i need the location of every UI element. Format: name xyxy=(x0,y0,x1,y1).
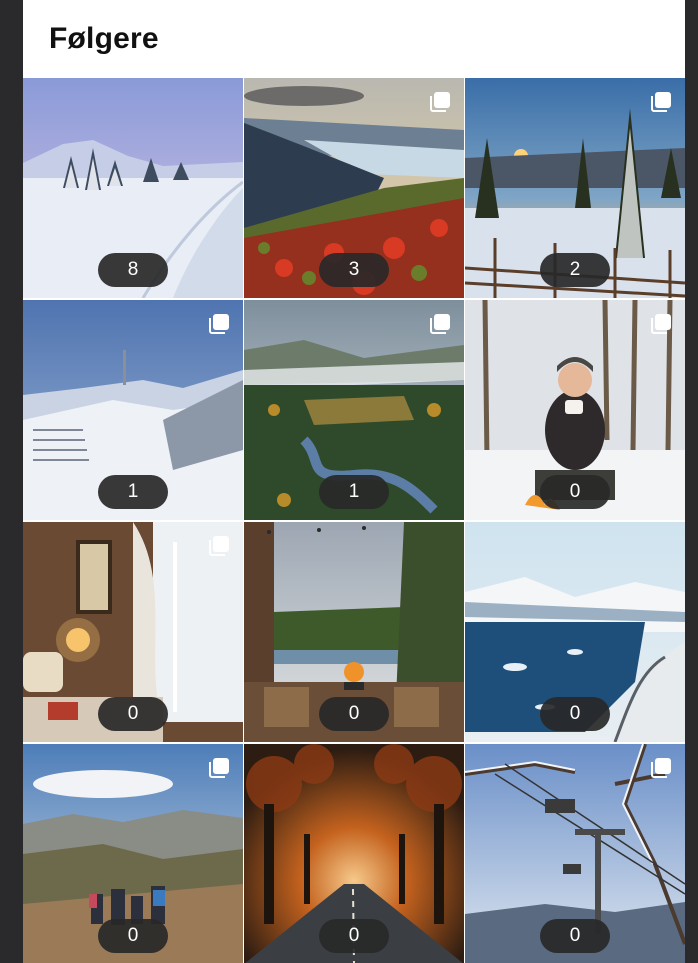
post-tile[interactable]: 1 xyxy=(244,300,464,520)
follower-count-badge: 0 xyxy=(319,919,389,953)
header: Følgere xyxy=(23,0,685,77)
post-tile[interactable]: 0 xyxy=(23,744,243,963)
multiple-images-icon xyxy=(651,92,671,112)
follower-count-badge: 0 xyxy=(540,475,610,509)
follower-count: 1 xyxy=(348,481,360,502)
follower-count-badge: 3 xyxy=(319,253,389,287)
follower-count: 0 xyxy=(127,925,139,946)
follower-count-badge: 8 xyxy=(98,253,168,287)
post-tile[interactable]: 0 xyxy=(465,522,685,742)
post-tile[interactable]: 0 xyxy=(465,744,685,963)
follower-count-badge: 1 xyxy=(319,475,389,509)
post-tile[interactable]: 0 xyxy=(23,522,243,742)
follower-count-badge: 0 xyxy=(98,919,168,953)
post-tile[interactable]: 1 xyxy=(23,300,243,520)
follower-count-badge: 0 xyxy=(540,919,610,953)
post-tile[interactable]: 0 xyxy=(244,744,464,963)
multiple-images-icon xyxy=(651,314,671,334)
multiple-images-icon xyxy=(209,314,229,334)
post-tile[interactable]: 2 xyxy=(465,78,685,298)
post-grid: 8 3 2 1 1 0 0 0 0 0 0 0 xyxy=(23,78,685,963)
post-tile[interactable]: 3 xyxy=(244,78,464,298)
follower-count-badge: 0 xyxy=(98,697,168,731)
follower-count: 0 xyxy=(569,925,581,946)
multiple-images-icon xyxy=(209,758,229,778)
follower-count-badge: 0 xyxy=(319,697,389,731)
post-tile[interactable]: 0 xyxy=(465,300,685,520)
multiple-images-icon xyxy=(651,758,671,778)
follower-count: 0 xyxy=(127,703,139,724)
follower-count: 0 xyxy=(569,703,581,724)
follower-count: 1 xyxy=(127,481,139,502)
follower-count: 2 xyxy=(569,259,581,280)
follower-count: 0 xyxy=(569,481,581,502)
multiple-images-icon xyxy=(430,92,450,112)
follower-count: 3 xyxy=(348,259,360,280)
page-title: Følgere xyxy=(49,22,159,55)
follower-count-badge: 2 xyxy=(540,253,610,287)
multiple-images-icon xyxy=(430,314,450,334)
post-tile[interactable]: 0 xyxy=(244,522,464,742)
multiple-images-icon xyxy=(209,536,229,556)
followers-panel: Følgere 8 3 2 1 1 0 0 0 0 0 0 0 xyxy=(23,0,685,963)
follower-count: 0 xyxy=(348,703,360,724)
post-tile[interactable]: 8 xyxy=(23,78,243,298)
follower-count-badge: 1 xyxy=(98,475,168,509)
follower-count: 8 xyxy=(127,259,139,280)
follower-count: 0 xyxy=(348,925,360,946)
follower-count-badge: 0 xyxy=(540,697,610,731)
